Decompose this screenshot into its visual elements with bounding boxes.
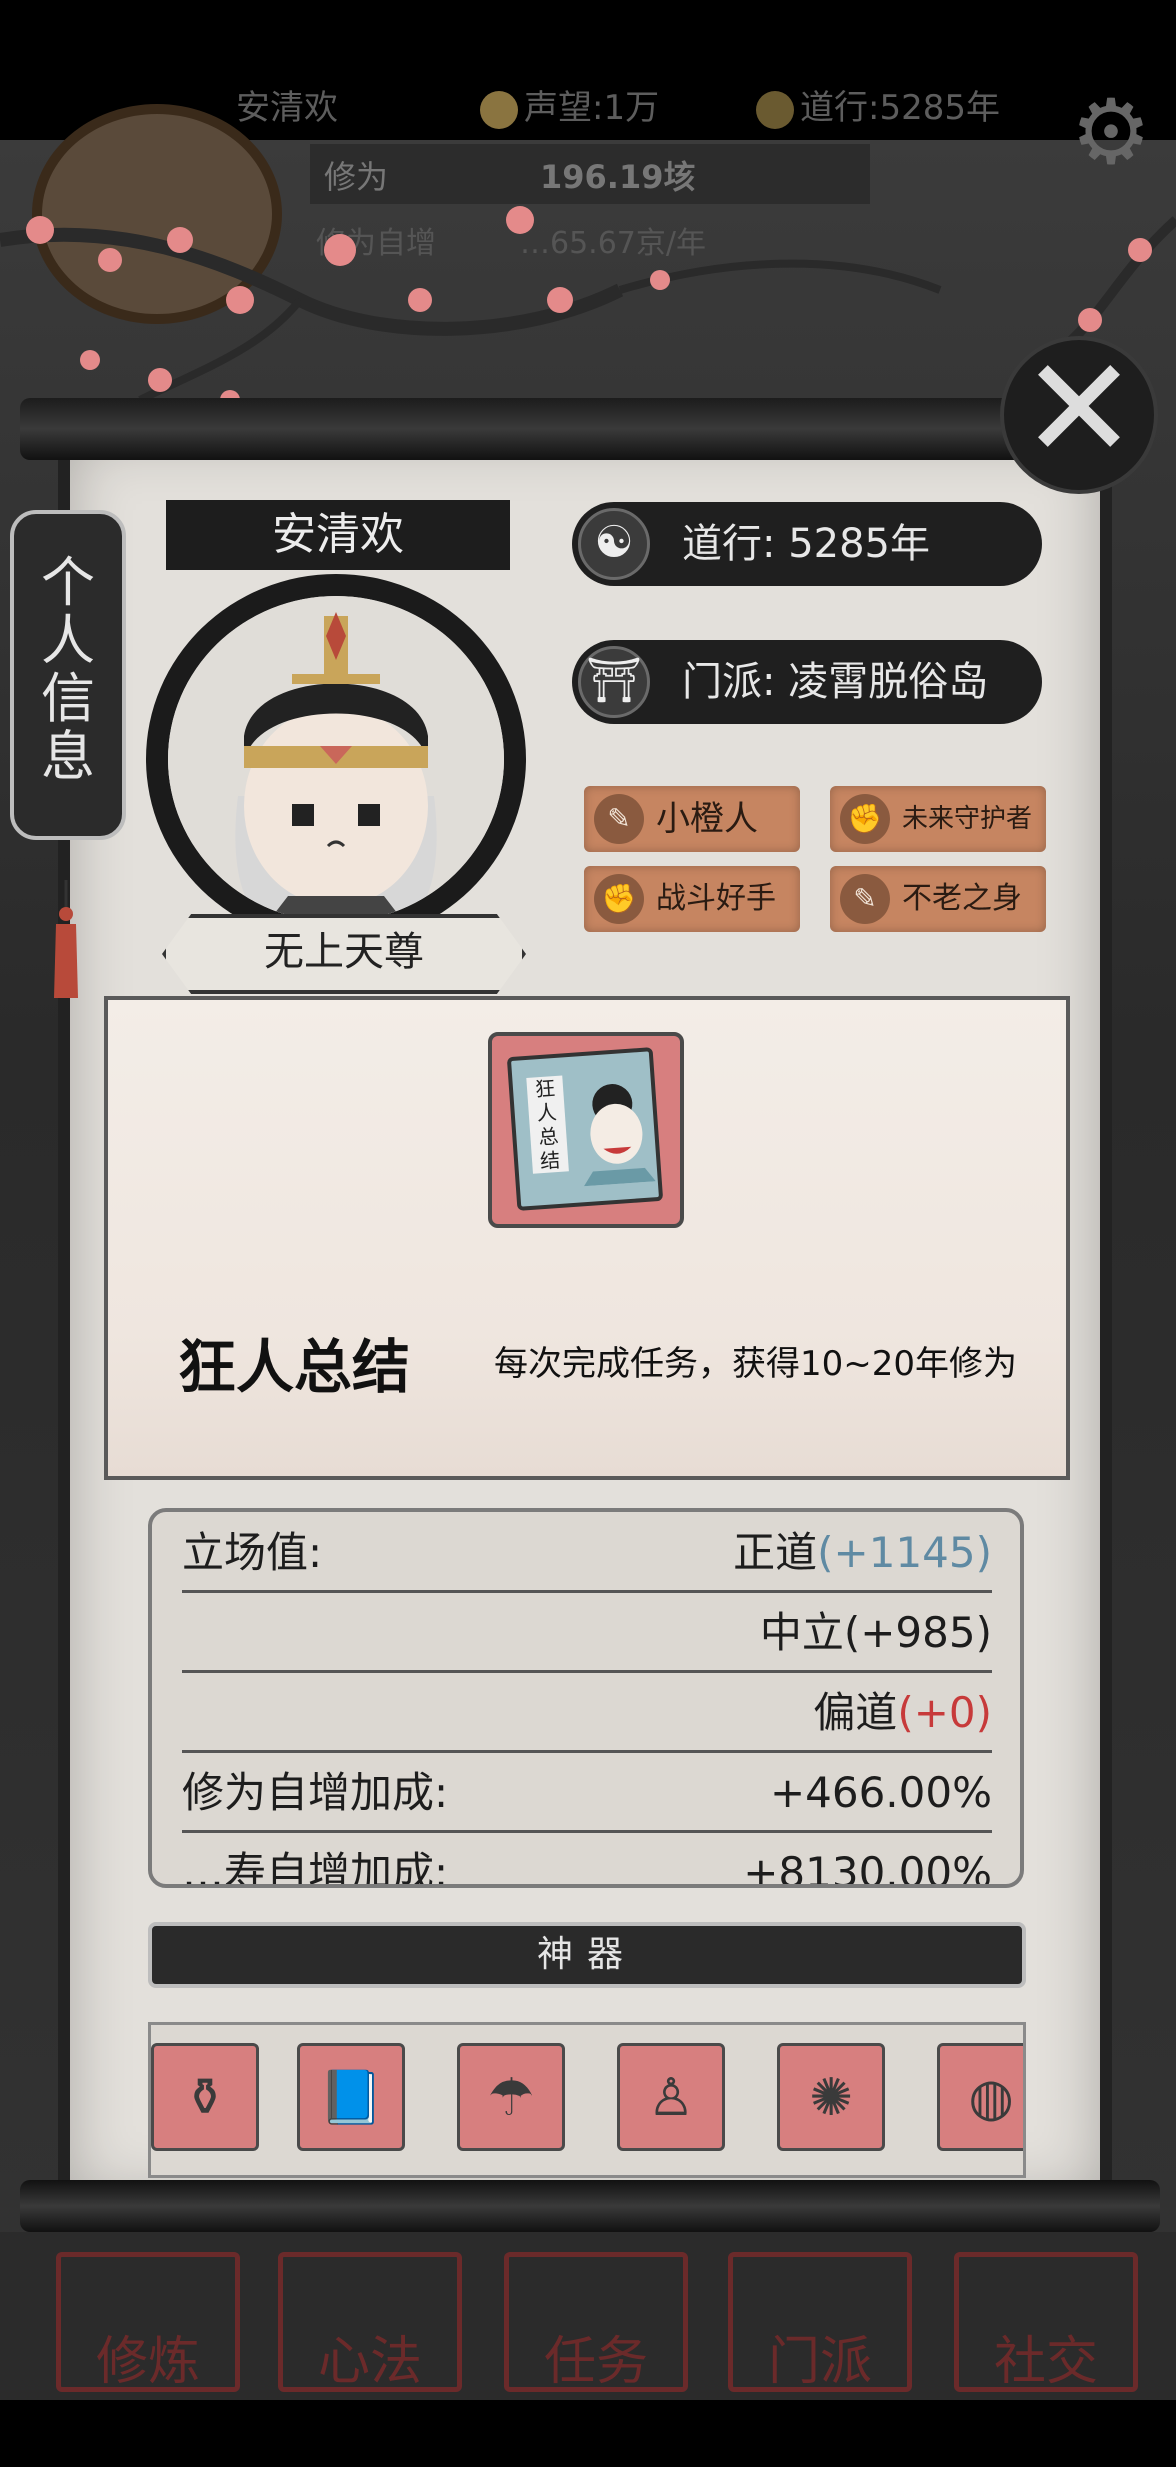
umbrella-icon[interactable]: ☂	[457, 2043, 565, 2151]
stat-label: 立场值:	[182, 1528, 323, 1577]
stat-label: …寿自增加成:	[182, 1848, 449, 1888]
tag-fighter[interactable]: ✊ 战斗好手	[584, 866, 800, 932]
fist-icon: ✊	[840, 794, 890, 844]
stat-row-neutral: 中立(+985)	[182, 1592, 992, 1673]
stat-label: 修为自增加成:	[182, 1768, 449, 1817]
statue-icon[interactable]: ♙	[617, 2043, 725, 2151]
stats-panel[interactable]: 立场值: 正道(+1145) 中立(+985) 偏道(+0) 修为自增加成: +…	[148, 1508, 1024, 1888]
mirror-icon[interactable]: ◍	[937, 2043, 1023, 2151]
nav-label: 修炼	[95, 2332, 200, 2392]
artifacts-header-label: 神器	[536, 1934, 637, 1975]
tag-ageless-body[interactable]: ✎ 不老之身	[830, 866, 1046, 932]
side-tab-label: 个人信息	[41, 551, 95, 788]
stat-value: 偏道(+0)	[813, 1688, 992, 1737]
scroll-icon: ✎	[840, 874, 890, 924]
cultivation-label: 修为	[324, 158, 389, 196]
scroll-top-rod	[20, 398, 1140, 460]
tag-label: 不老之身	[902, 881, 1022, 916]
player-title: 无上天尊	[162, 914, 526, 994]
close-icon[interactable]: ✕	[1000, 336, 1158, 494]
nav-cultivate[interactable]: 修炼	[56, 2252, 240, 2392]
hud-daoxing: 道行:5285年	[756, 78, 1000, 138]
stat-value: +466.00%	[769, 1768, 992, 1817]
hud-player-name: 安清欢	[236, 88, 338, 128]
temple-icon: ⛩	[578, 646, 650, 718]
bottom-nav: 修炼 心法 任务 门派 社交	[0, 2232, 1176, 2400]
player-name: 安清欢	[166, 500, 510, 570]
tag-xiao-cheng-ren[interactable]: ✎ 小橙人	[584, 786, 800, 852]
stat-value: +8130.00%	[743, 1848, 992, 1888]
item-name: 狂人总结	[178, 1333, 411, 1401]
coin-icon	[480, 90, 518, 129]
tag-label: 小橙人	[656, 799, 758, 839]
auto-gain-value: …65.67京/年	[520, 226, 706, 261]
nav-tasks[interactable]: 任务	[504, 2252, 688, 2392]
sect-bar: ⛩ 门派: 凌霄脱俗岛	[572, 640, 1042, 724]
stat-value: 中立(+985)	[759, 1608, 992, 1657]
jade-token-icon[interactable]: ⚱	[151, 2043, 259, 2151]
avatar	[146, 574, 526, 944]
hud-avatar[interactable]	[32, 104, 282, 324]
nav-sect[interactable]: 门派	[728, 2252, 912, 2392]
hud-reputation: 声望:1万	[480, 78, 659, 138]
stat-row-cultivation-bonus: 修为自增加成: +466.00%	[182, 1752, 992, 1833]
tag-label: 战斗好手	[656, 881, 776, 916]
cultivation-panel: 修为 196.19垓	[310, 144, 870, 204]
gear-icon[interactable]: ⚙	[1066, 88, 1156, 178]
nav-label: 心法	[317, 2332, 422, 2392]
auto-gain-label: 修为自增	[316, 226, 436, 261]
yin-yang-icon: ☯	[578, 508, 650, 580]
reputation-text: 声望:1万	[524, 88, 660, 128]
stat-row-partial: …寿自增加成: +8130.00%	[182, 1832, 992, 1888]
artifacts-list[interactable]: ⚱ 📘 ☂ ♙ ✺ ◍	[148, 2022, 1026, 2178]
stat-row-deviant: 偏道(+0)	[182, 1672, 992, 1753]
nav-label: 任务	[543, 2332, 648, 2392]
tassel-icon	[54, 880, 78, 998]
nav-label: 社交	[993, 2332, 1098, 2392]
artifacts-header: 神器	[148, 1922, 1026, 1988]
tag-label: 未来守护者	[902, 804, 1033, 834]
nav-mind-method[interactable]: 心法	[278, 2252, 462, 2392]
fan-icon[interactable]: ✺	[777, 2043, 885, 2151]
book-icon: 狂人总结	[506, 1047, 664, 1211]
tab-personal-info[interactable]: 个人信息	[10, 510, 126, 840]
tag-future-guardian[interactable]: ✊ 未来守护者	[830, 786, 1046, 852]
daoxing-value: 道行: 5285年	[682, 521, 930, 567]
sect-value: 门派: 凌霄脱俗岛	[682, 659, 989, 705]
nav-label: 门派	[767, 2332, 872, 2392]
character-portrait	[168, 596, 504, 922]
daoxing-text: 道行:5285年	[800, 88, 1000, 128]
daoxing-bar: ☯ 道行: 5285年	[572, 502, 1042, 586]
scroll-bottom-rod	[20, 2180, 1160, 2232]
fist-icon: ✊	[594, 874, 644, 924]
cultivation-value: 196.19垓	[540, 158, 696, 196]
item-description: 每次完成任务，获得10~20年修为	[494, 1344, 1018, 1384]
book-icon[interactable]: 📘	[297, 2043, 405, 2151]
scroll-right-edge	[1098, 440, 1112, 2200]
stat-row-alignment: 立场值: 正道(+1145)	[182, 1512, 992, 1593]
scroll-icon: ✎	[594, 794, 644, 844]
nav-social[interactable]: 社交	[954, 2252, 1138, 2392]
book-cover-text: 狂人总结	[526, 1075, 569, 1174]
yin-yang-icon	[756, 90, 794, 129]
stat-value: 正道(+1145)	[733, 1528, 992, 1577]
